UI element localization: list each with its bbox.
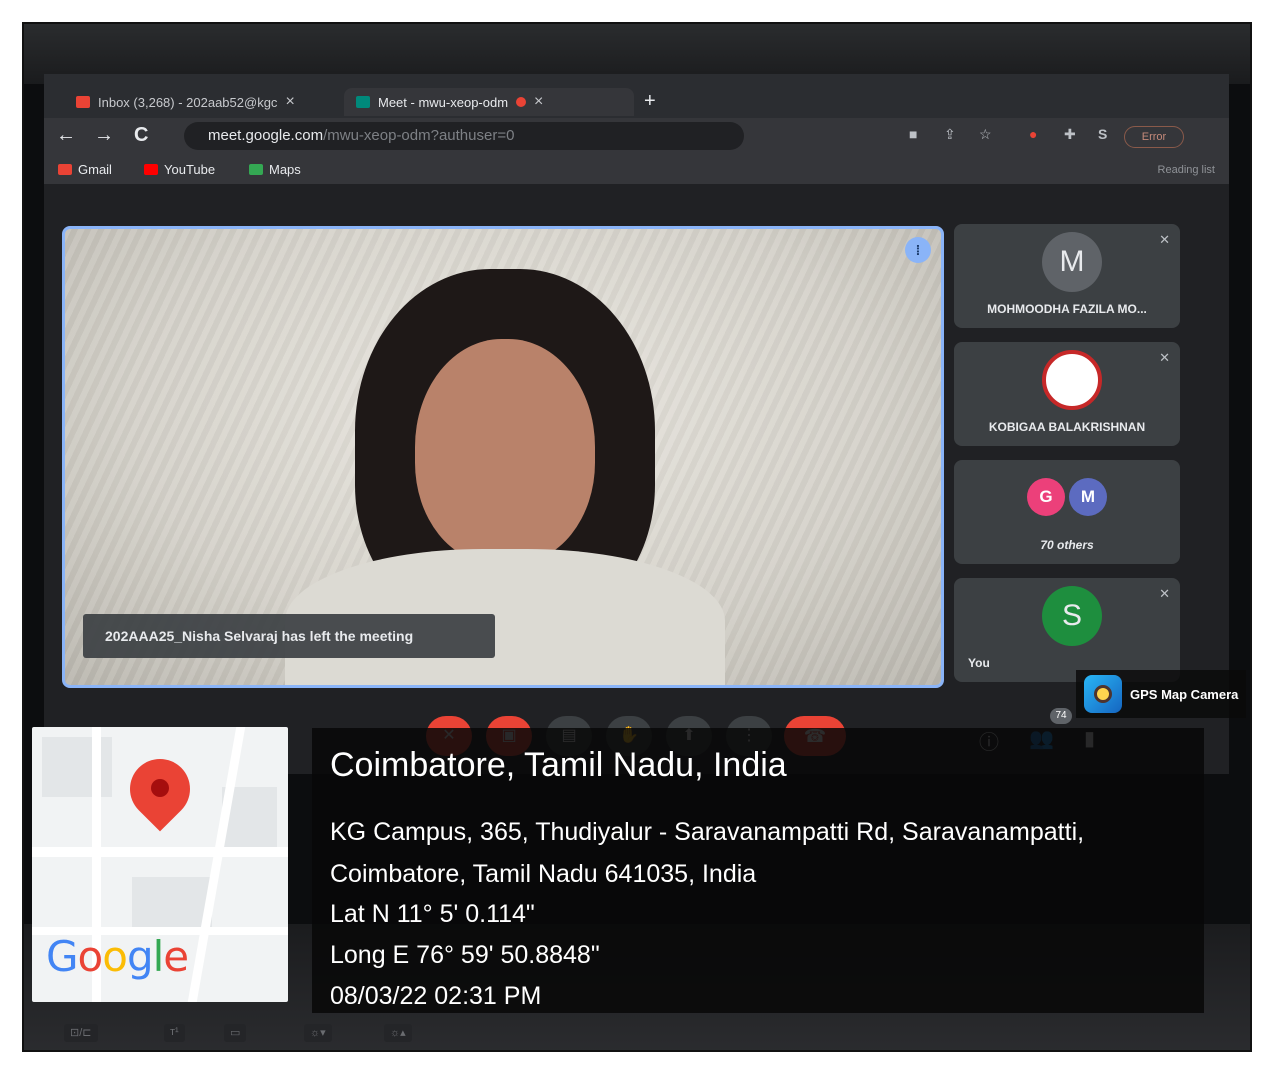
bookmark-label: Maps — [269, 162, 301, 177]
address-bar-row: ← → C meet.google.com/mwu-xeop-odm?authu… — [44, 118, 1229, 154]
back-icon[interactable]: ← — [56, 124, 76, 147]
tab-close-icon[interactable]: × — [285, 93, 294, 111]
tab-meet[interactable]: Meet - mwu-xeop-odm × — [344, 88, 634, 116]
self-tile[interactable]: ✕ S You — [954, 578, 1180, 682]
tab-inbox[interactable]: Inbox (3,268) - 202aab52@kgc × — [64, 88, 307, 116]
latitude: Lat N 11° 5' 0.114" — [330, 900, 535, 928]
mic-off-icon: ✕ — [1159, 232, 1170, 247]
participant-count-badge: 74 — [1050, 708, 1072, 724]
meet-icon — [356, 96, 370, 108]
location-city: Coimbatore, Tamil Nadu, India — [330, 746, 787, 784]
star-icon[interactable]: ☆ — [979, 126, 992, 143]
forward-icon[interactable]: → — [94, 124, 114, 147]
error-button[interactable]: Error — [1124, 126, 1184, 148]
bookmark-label: Gmail — [78, 162, 112, 177]
address-line-2: Coimbatore, Tamil Nadu 641035, India — [330, 860, 757, 888]
camera-indicator-icon[interactable]: ■ — [909, 126, 917, 142]
meet-area: ⁞ 202AAA25_Nisha Selvaraj has left the m… — [44, 184, 1229, 774]
location-map: Google — [32, 727, 288, 1002]
others-count: 70 others — [1040, 538, 1094, 552]
tab-close-icon[interactable]: × — [534, 93, 543, 111]
participant-name: KOBIGAA BALAKRISHNAN — [988, 420, 1146, 434]
gmail-icon — [76, 96, 90, 108]
speaker-face — [415, 339, 595, 564]
avatar — [1042, 350, 1102, 410]
longitude: Long E 76° 59' 50.8848" — [330, 941, 600, 969]
extension-red-icon[interactable]: ● — [1029, 126, 1037, 142]
self-label: You — [968, 656, 990, 670]
participant-tile[interactable]: ✕ M MOHMOODHA FAZILA MO... — [954, 224, 1180, 328]
keyboard-key: ᴛ¹ — [164, 1024, 185, 1042]
laptop-screen: Inbox (3,268) - 202aab52@kgc × Meet - mw… — [44, 74, 1229, 774]
participant-name: MOHMOODHA FAZILA MO... — [987, 302, 1147, 316]
youtube-icon — [144, 164, 158, 175]
main-video-tile[interactable]: ⁞ 202AAA25_Nisha Selvaraj has left the m… — [62, 226, 944, 688]
tab-inbox-label: Inbox (3,268) - 202aab52@kgc — [98, 94, 278, 110]
address-line-1: KG Campus, 365, Thudiyalur - Saravanampa… — [330, 818, 1085, 846]
share-icon[interactable]: ⇪ — [944, 126, 956, 143]
participant-tile[interactable]: ✕ KOBIGAA BALAKRISHNAN — [954, 342, 1180, 446]
mic-off-icon: ✕ — [1159, 350, 1170, 365]
url-input[interactable]: meet.google.com/mwu-xeop-odm?authuser=0 — [184, 122, 744, 150]
avatar: S — [1042, 586, 1102, 646]
tab-meet-label: Meet - mwu-xeop-odm — [378, 94, 509, 110]
gps-app-badge: GPS Map Camera — [1076, 670, 1246, 718]
timestamp: 08/03/22 02:31 PM — [330, 982, 542, 1010]
extensions-puzzle-icon[interactable]: ✚ — [1064, 126, 1076, 143]
bookmark-youtube[interactable]: YouTube — [144, 162, 215, 177]
left-meeting-toast: 202AAA25_Nisha Selvaraj has left the mee… — [83, 614, 495, 658]
gmail-icon — [58, 164, 72, 175]
keyboard-key: ☼▴ — [384, 1024, 412, 1042]
photo-page: Inbox (3,268) - 202aab52@kgc × Meet - mw… — [0, 0, 1265, 1065]
gps-camera-icon — [1084, 675, 1122, 713]
keyboard-key: ▭ — [224, 1024, 247, 1042]
bookmark-gmail[interactable]: Gmail — [58, 162, 112, 177]
avatar: G — [1027, 478, 1065, 516]
browser-tab-bar: Inbox (3,268) - 202aab52@kgc × Meet - mw… — [44, 74, 1229, 118]
new-tab-button[interactable]: + — [644, 90, 656, 113]
recording-dot-icon — [516, 97, 527, 107]
keyboard-key: ☼▾ — [304, 1024, 332, 1042]
url-path: /mwu-xeop-odm?authuser=0 — [323, 127, 515, 144]
bookmark-maps[interactable]: Maps — [249, 162, 301, 177]
google-logo: Google — [46, 932, 189, 981]
avatar: M — [1069, 478, 1107, 516]
bookmarks-bar: Gmail YouTube Maps Reading list — [44, 154, 1229, 184]
reading-list[interactable]: Reading list — [1158, 164, 1215, 176]
gps-info-panel: Coimbatore, Tamil Nadu, India KG Campus,… — [312, 728, 1204, 1013]
avatar: M — [1042, 232, 1102, 292]
maps-icon — [249, 164, 263, 175]
others-tile[interactable]: G M 70 others — [954, 460, 1180, 564]
bookmark-label: YouTube — [164, 162, 216, 177]
profile-avatar[interactable]: S — [1098, 126, 1107, 142]
pin-center — [151, 779, 169, 797]
url-domain: meet.google.com — [208, 127, 324, 144]
keyboard-key: ⊡/⊏ — [64, 1024, 98, 1042]
speaking-indicator-icon: ⁞ — [905, 237, 931, 263]
gps-app-label: GPS Map Camera — [1130, 686, 1239, 702]
mic-off-icon: ✕ — [1159, 586, 1170, 601]
reload-icon[interactable]: C — [134, 124, 148, 147]
